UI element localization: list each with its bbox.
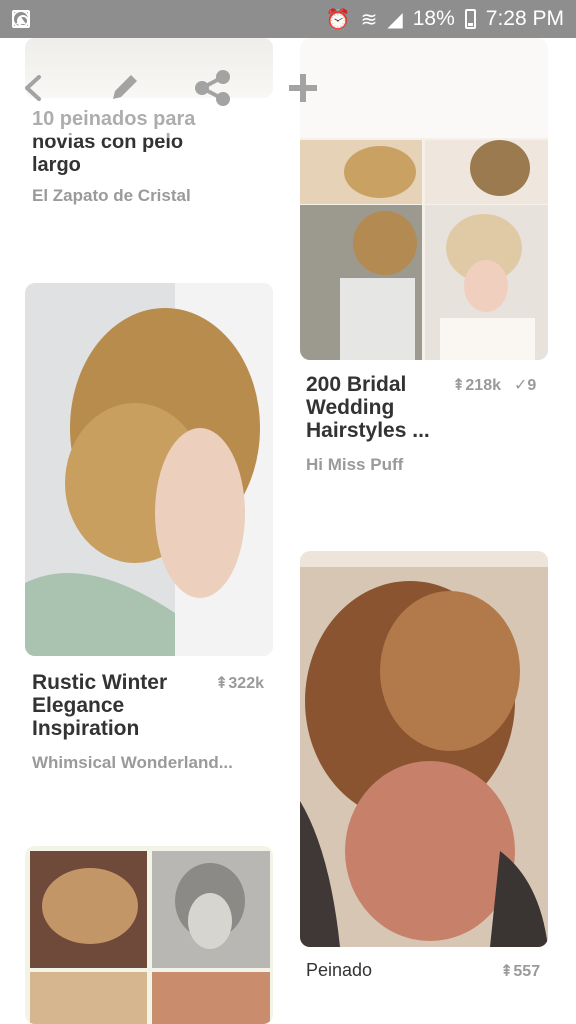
pin-source-2: Hi Miss Puff [306, 455, 404, 474]
pin-image-5[interactable] [25, 846, 273, 1024]
battery-icon [464, 9, 476, 29]
pin-saves-3: ⇞322k [215, 675, 264, 692]
pin-title-3: Rustic Winter Elegance Inspiration [32, 671, 168, 740]
add-button[interactable] [283, 68, 323, 108]
pin-card-3[interactable]: Rustic Winter Elegance Inspiration ⇞322k… [25, 283, 275, 783]
share-icon [195, 70, 230, 106]
status-bar: ⏰ ≋ ◢ 18% 7:28 PM [0, 0, 576, 38]
plus-icon [289, 74, 317, 102]
back-arrow-icon [25, 75, 41, 101]
alarm-icon: ⏰ [325, 8, 351, 31]
share-button[interactable] [193, 68, 233, 108]
pin-card-4[interactable]: Peinado ⇞557 [300, 551, 550, 991]
back-button[interactable] [14, 68, 54, 108]
pin-image-4[interactable] [300, 551, 548, 947]
pin-saves-2: ⇞218k [452, 377, 501, 394]
pin-source-1: El Zapato de Cristal [32, 186, 191, 205]
pin-saves-4: ⇞557 [500, 963, 541, 980]
shopping-bag-icon [12, 10, 30, 28]
pin-image-3[interactable] [25, 283, 273, 656]
pin-title-2: 200 Bridal Wedding Hairstyles ... [306, 373, 430, 442]
pin-checks-2: ✓9 [514, 377, 537, 394]
pin-source-3: Whimsical Wonderland... [32, 753, 233, 772]
edit-button[interactable] [104, 68, 144, 108]
battery-text: 18% [412, 7, 455, 30]
clock: 7:28 PM [485, 7, 564, 30]
pencil-icon [113, 75, 137, 99]
pin-title-4: Peinado [306, 960, 373, 980]
hairstyle-collage-image [25, 846, 273, 1024]
signal-icon: ◢ [387, 8, 403, 31]
toolbar [0, 38, 576, 138]
pin-icon: ⇞ [452, 377, 466, 394]
pin-icon: ⇞ [215, 675, 229, 692]
wifi-icon: ≋ [360, 8, 378, 31]
pin-card-5[interactable] [25, 846, 275, 1024]
hair-updo-image [25, 283, 273, 656]
pin-icon: ⇞ [500, 963, 514, 980]
curly-updo-image [300, 551, 548, 947]
check-icon: ✓ [514, 377, 528, 394]
